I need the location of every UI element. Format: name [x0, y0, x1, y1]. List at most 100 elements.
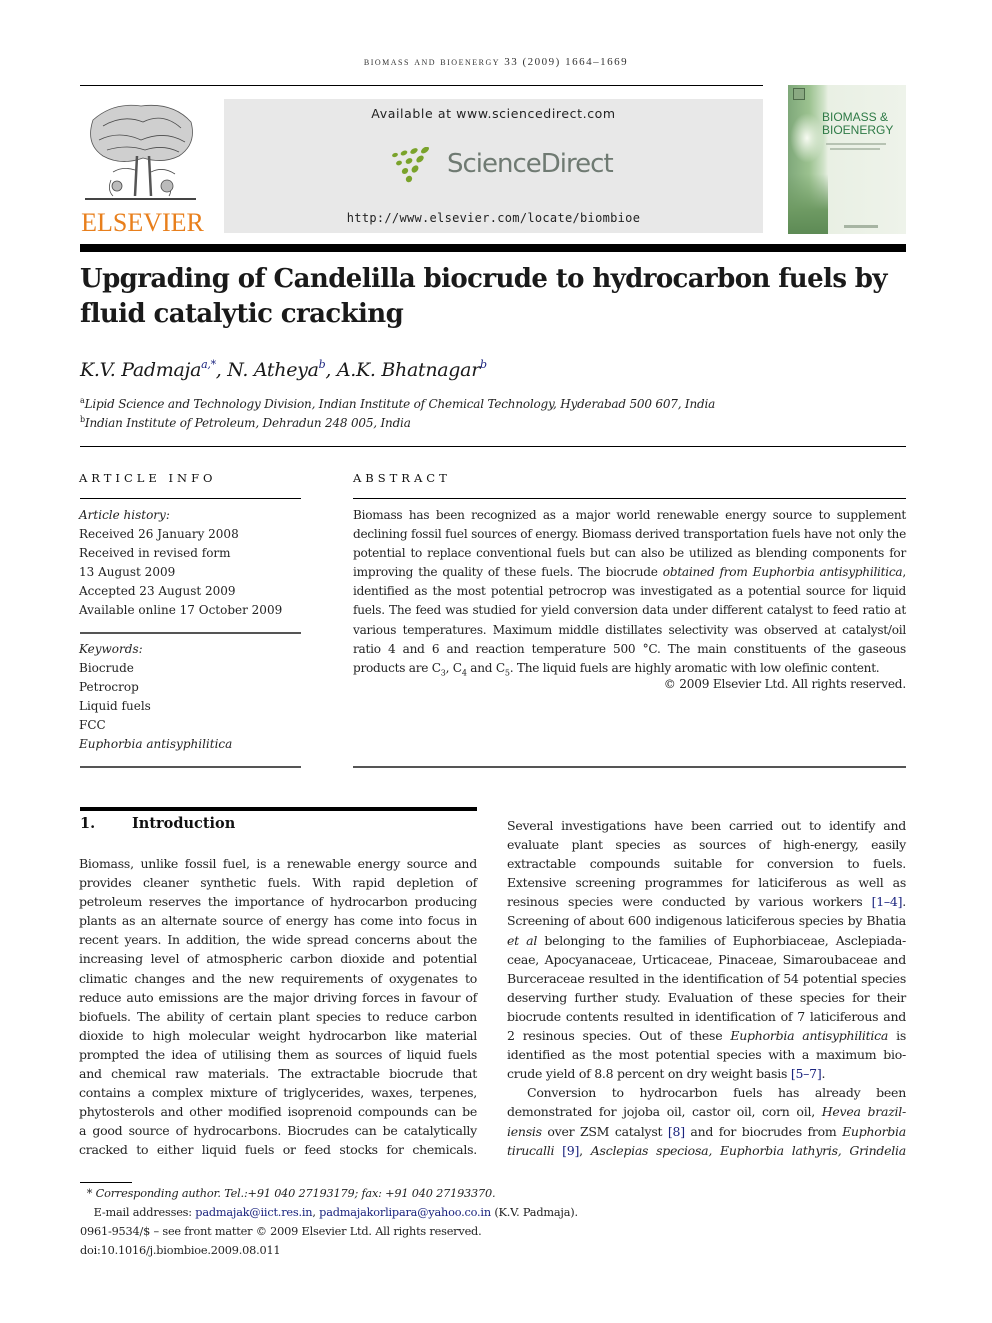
abstract-text-segment: and C — [466, 660, 505, 675]
divider — [353, 766, 906, 768]
text-line: ceae, Apocyanaceae, Urticaceae, Pinaceae… — [507, 951, 906, 967]
footnote-rule — [80, 1182, 132, 1183]
text-line: reduce auto emissions are the major driv… — [79, 989, 477, 1005]
text-line: a good source of hydrocarbons. Biocrudes… — [79, 1123, 477, 1139]
corresponding-author-note: * Corresponding author. Tel.:+91 040 271… — [80, 1184, 578, 1203]
text-line: prompted the idea of utilising them as s… — [79, 1046, 477, 1062]
divider — [353, 498, 906, 499]
email-note: E-mail addresses: padmajak@iict.res.in, … — [93, 1206, 578, 1220]
text-line: plants as an alternate source of energy … — [79, 913, 477, 929]
elsevier-logo[interactable]: ELSEVIER — [80, 100, 205, 237]
author-name: K.V. Padmaja — [80, 359, 202, 381]
abstract-text-segment: , identified as the most potential petro… — [353, 565, 906, 675]
keyword: Euphorbia antisyphilitica — [79, 737, 233, 751]
text-line: Conversion to hydrocarbon fuels has alre… — [527, 1085, 906, 1101]
sciencedirect-logo[interactable]: ScienceDirect — [391, 145, 614, 185]
email-label: E-mail addresses: — [93, 1206, 196, 1220]
text-line: biocrude contents resulted in identifica… — [507, 1008, 906, 1024]
elsevier-tree-icon — [85, 104, 196, 200]
text-italic: tirucalli — [507, 1142, 555, 1158]
section-rule — [80, 807, 477, 811]
affiliation: aLipid Science and Technology Division, … — [80, 396, 715, 411]
keyword: FCC — [79, 718, 106, 732]
author-name: A.K. Bhatnagar — [336, 359, 480, 381]
text-line: Screening of about 600 indigenous latici… — [507, 913, 906, 929]
doi-line[interactable]: doi:10.1016/j.biombioe.2009.08.011 — [80, 1241, 578, 1260]
abstract-text-italic: obtained from Euphorbia antisyphilitica — [662, 565, 903, 580]
footnote-mark: * — [86, 1187, 93, 1200]
email-link[interactable]: padmajakorlipara@yahoo.co.in — [319, 1206, 491, 1219]
citation-link[interactable]: [9] — [562, 1143, 579, 1158]
text-segment: belonging to the families of Euphorbiace… — [537, 932, 906, 948]
elsevier-wordmark: ELSEVIER — [81, 208, 204, 237]
text-line: Several investigations have been carried… — [507, 818, 906, 833]
affiliation-text: Indian Institute of Petroleum, Dehradun … — [84, 416, 411, 430]
article-info-label: ARTICLE INFO — [79, 471, 217, 485]
text-line: increasing level of atmospheric carbon d… — [79, 951, 477, 967]
citation-link[interactable]: [1–4] — [872, 894, 903, 909]
keywords-label: Keywords: — [79, 642, 143, 656]
text-line: Burceraceae resulted in the identificati… — [507, 970, 906, 986]
history-item: Accepted 23 August 2009 — [79, 584, 236, 598]
cover-sun-graphic — [790, 113, 824, 163]
text-line: recent years. In addition, the wide spre… — [79, 932, 477, 948]
text-line: Extensive screening programmes for latic… — [507, 875, 906, 891]
text-segment: is — [888, 1028, 906, 1044]
text-italic: Asclepias speciosa, Euphorbia lathyris, … — [590, 1142, 906, 1158]
text-line: biofuels. The ability of certain plant s… — [79, 1008, 477, 1024]
footnotes: * Corresponding author. Tel.:+91 040 271… — [80, 1184, 578, 1260]
divider — [80, 498, 301, 499]
text-line: cracked to either liquid fuels or feed s… — [79, 1142, 477, 1158]
text-line: demonstrated for jojoba oil, castor oil,… — [507, 1102, 906, 1121]
history-item: 13 August 2009 — [79, 565, 176, 579]
keywords: Keywords: Biocrude Petrocrop Liquid fuel… — [79, 640, 232, 754]
text-segment: crude yield of 8.8 percent on dry weight… — [507, 1066, 791, 1082]
divider — [80, 446, 906, 447]
abstract-text-segment: . The liquid fuels are highly aromatic w… — [509, 660, 880, 675]
text-segment: and for biocrudes from — [684, 1123, 843, 1139]
citation-link[interactable]: [8] — [668, 1124, 685, 1139]
article-history-label: Article history: — [79, 508, 170, 522]
text-line: et al belonging to the families of Eupho… — [507, 931, 906, 950]
author-affiliation-mark[interactable]: b — [319, 358, 326, 371]
keyword: Petrocrop — [79, 680, 139, 694]
text-line: identified as the most potential species… — [507, 1047, 906, 1063]
cover-publisher-mark — [844, 225, 878, 228]
email-link[interactable]: padmajak@iict.res.in — [195, 1206, 312, 1219]
issn-line: 0961-9534/$ – see front matter © 2009 El… — [80, 1225, 482, 1239]
journal-homepage-link[interactable]: http://www.elsevier.com/locate/biombioe — [224, 211, 763, 225]
email-suffix: (K.V. Padmaja). — [490, 1206, 578, 1220]
affiliation-text: Lipid Science and Technology Division, I… — [84, 397, 716, 411]
corresponding-author-text: Corresponding author. Tel.:+91 040 27193… — [95, 1187, 496, 1200]
text-line: climatic changes and the new requirement… — [79, 970, 477, 986]
cover-emblem-icon — [793, 88, 805, 100]
text-italic: Euphorbia — [842, 1123, 906, 1139]
article-history: Article history: Received 26 January 200… — [79, 506, 282, 620]
cover-editor-line — [830, 148, 880, 150]
history-item: Available online 17 October 2009 — [79, 603, 283, 617]
author-list: K.V. Padmajaa,*, N. Atheyab, A.K. Bhatna… — [80, 358, 487, 381]
text-line: 2 resinous species. Out of these Euphorb… — [507, 1026, 906, 1045]
abstract-copyright: © 2009 Elsevier Ltd. All rights reserved… — [663, 677, 906, 691]
article-title: Upgrading of Candelilla biocrude to hydr… — [80, 264, 888, 329]
section-title: Introduction — [132, 815, 236, 832]
affiliation: bIndian Institute of Petroleum, Dehradun… — [80, 415, 411, 430]
cover-title: BIOMASS & BIOENERGY — [822, 111, 893, 137]
author-affiliation-mark[interactable]: a,* — [201, 358, 216, 371]
text-italic: et al — [507, 932, 538, 948]
text-segment: resinous species were conducted by vario… — [507, 894, 872, 910]
text-segment: . — [902, 894, 906, 910]
author-affiliation-mark[interactable]: b — [480, 358, 487, 371]
author-name: N. Atheya — [227, 359, 319, 381]
text-line: evaluate plant species as sources of hig… — [507, 837, 906, 853]
journal-cover-thumbnail[interactable]: BIOMASS & BIOENERGY — [788, 85, 906, 234]
sciencedirect-available-text[interactable]: Available at www.sciencedirect.com — [224, 106, 763, 121]
text-line: phytosterols and other modified isopreno… — [79, 1104, 477, 1120]
text-segment: over ZSM catalyst — [541, 1123, 668, 1139]
text-italic: Euphorbia antisyphilitica — [730, 1028, 889, 1044]
divider — [80, 766, 301, 768]
cover-title-line2: BIOENERGY — [822, 123, 894, 137]
text-segment: demonstrated for jojoba oil, castor oil,… — [507, 1104, 822, 1120]
text-line: provides cleaner synthetic fuels. With r… — [79, 875, 477, 891]
citation-link[interactable]: [5–7] — [791, 1066, 822, 1081]
